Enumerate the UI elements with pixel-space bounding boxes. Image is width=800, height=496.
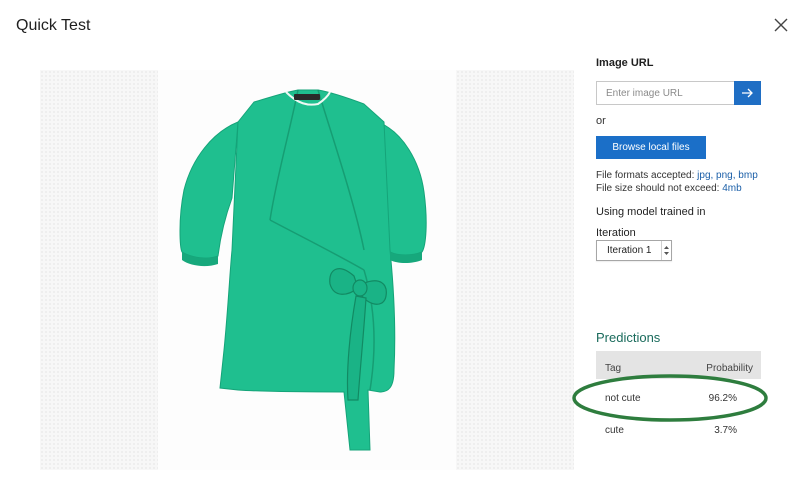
table-row: cute 3.7%: [596, 421, 761, 441]
chevron-down-icon: [661, 241, 671, 260]
column-header-probability: Probability: [706, 363, 753, 374]
close-icon[interactable]: [771, 15, 791, 35]
table-row: not cute 96.2%: [596, 389, 761, 409]
model-label: Using model trained in: [596, 206, 706, 218]
image-url-label: Image URL: [596, 57, 654, 69]
file-size-text: File size should not exceed: 4mb: [596, 183, 742, 194]
prediction-tag: not cute: [605, 393, 641, 404]
file-formats-value: jpg, png, bmp: [697, 170, 758, 181]
iteration-label: Iteration: [596, 227, 636, 239]
prediction-tag: cute: [605, 425, 624, 436]
prediction-probability: 3.7%: [714, 425, 737, 436]
test-image: [40, 70, 574, 470]
green-wrap-blouse-image: [179, 89, 427, 451]
iteration-selected-value: Iteration 1: [607, 245, 652, 256]
or-text: or: [596, 115, 606, 127]
file-formats-prefix: File formats accepted:: [596, 170, 698, 181]
file-formats-text: File formats accepted: jpg, png, bmp: [596, 170, 758, 181]
iteration-dropdown[interactable]: Iteration 1: [596, 240, 672, 261]
column-header-tag: Tag: [605, 363, 622, 374]
prediction-probability: 96.2%: [708, 393, 737, 404]
arrow-right-icon: [734, 88, 761, 108]
file-size-value: 4mb: [722, 183, 742, 194]
image-url-input[interactable]: [596, 81, 739, 105]
predictions-title: Predictions: [596, 330, 661, 345]
image-background-right: [456, 70, 574, 470]
submit-url-button[interactable]: [734, 81, 761, 105]
predictions-header: Tag Probability: [596, 351, 761, 379]
dialog-title: Quick Test: [16, 17, 91, 34]
browse-local-files-button[interactable]: Browse local files: [596, 136, 706, 159]
file-size-prefix: File size should not exceed:: [596, 183, 723, 194]
image-background-left: [40, 70, 158, 470]
